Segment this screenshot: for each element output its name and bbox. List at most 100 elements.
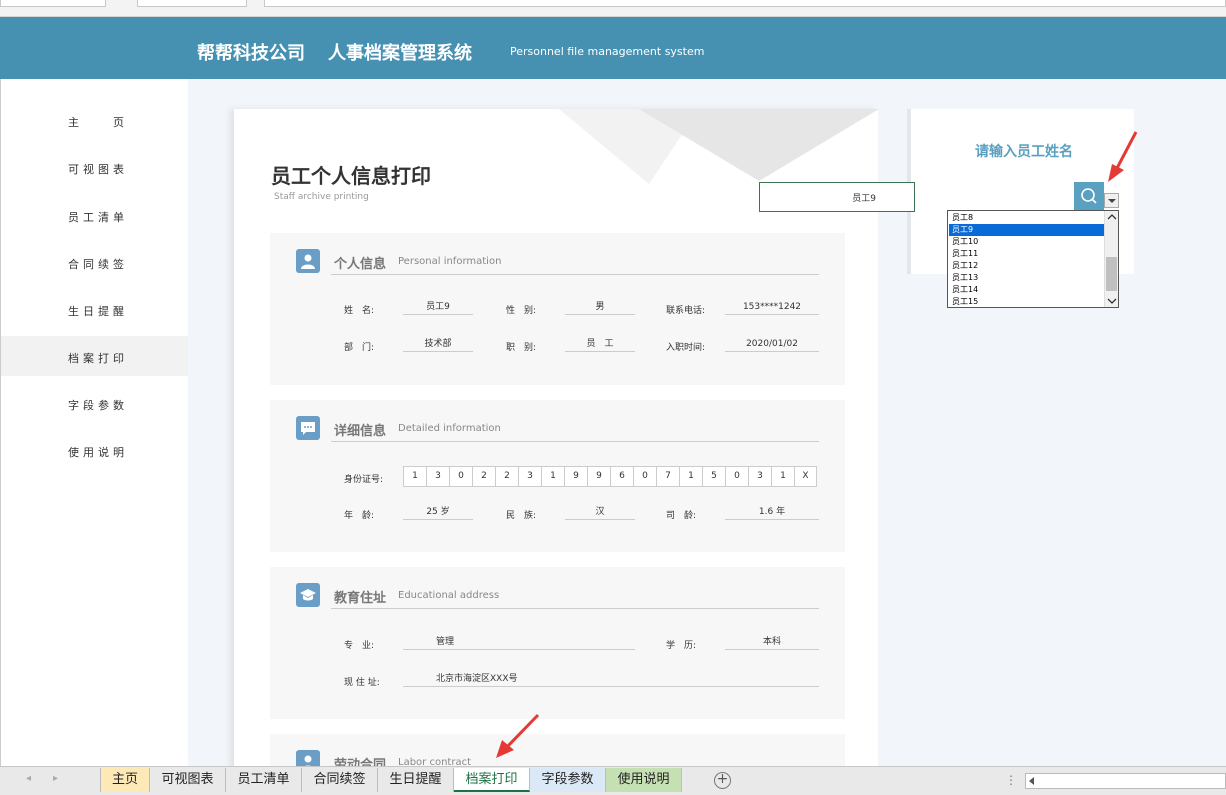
tab-birthday[interactable]: 生日提醒 [378,768,454,792]
id-digit: 1 [771,466,794,487]
dropdown-option[interactable]: 员工10 [949,236,1104,248]
section-divider [331,608,819,609]
tab-scroll-right-icon[interactable]: ▸ [53,773,58,784]
degree-label: 学 历: [666,641,697,651]
rank-label: 职 别: [506,343,537,353]
id-digit: 0 [449,466,472,487]
gender-label: 性 别: [506,306,537,316]
sidebar-item-birthday[interactable]: 生日提醒 [1,289,189,329]
tab-home[interactable]: 主页 [100,768,150,792]
section-title-en: Detailed information [398,423,501,434]
sidebar-item-label: 档案打印 [68,352,128,365]
sidebar-item-label: 字段参数 [68,399,128,412]
section-title: 劳动合同 [334,758,387,766]
horizontal-scrollbar[interactable] [1025,773,1226,789]
sidebar-item-staff-list[interactable]: 员工清单 [1,195,189,235]
hire-label: 入职时间: [666,343,706,353]
dropdown-option[interactable]: 员工8 [949,212,1104,224]
sidebar-item-charts[interactable]: 可视图表 [1,147,189,187]
dropdown-option[interactable]: 员工12 [949,260,1104,272]
add-sheet-button[interactable]: + [714,772,731,789]
search-prompt: 请输入员工姓名 [975,144,1073,160]
dropdown-option-selected[interactable]: 员工9 [949,224,1104,236]
search-icon [1081,188,1097,204]
user-icon [296,249,320,273]
gender-value: 男 [565,299,635,315]
section-divider [331,274,819,275]
section-detail: 详细信息 Detailed information 身份证号: 1 3 0 2 … [270,400,845,552]
id-digit: 1 [541,466,564,487]
ethnic-value: 汉 [565,504,635,520]
sidebar: 主 页 可视图表 员工清单 合同续签 生日提醒 档案打印 字段参数 使用说明 [0,79,189,766]
dropdown-option[interactable]: 员工14 [949,284,1104,296]
name-box[interactable] [0,0,106,7]
dropdown-option[interactable]: 员工11 [949,248,1104,260]
id-number-grid: 1 3 0 2 2 3 1 9 9 6 0 7 1 5 0 3 1 X [403,466,817,487]
section-title-en: Labor contract [398,757,471,766]
rank-value: 员 工 [565,336,635,352]
formula-input[interactable] [264,0,1226,7]
dept-label: 部 门: [344,343,375,353]
dept-value: 技术部 [403,336,473,352]
system-name: 人事档案管理系统 [328,43,472,64]
id-digit: 1 [403,466,426,487]
more-options-icon[interactable]: ⋮ [1005,773,1017,787]
hire-value: 2020/01/02 [725,336,819,352]
ethnic-label: 民 族: [506,511,537,521]
sidebar-item-label: 可视图表 [68,163,128,176]
address-value: 北京市海淀区XXX号 [403,671,819,687]
section-title-en: Personal information [398,256,502,267]
section-labor: 劳动合同 Labor contract [270,734,845,766]
id-digit: 3 [518,466,541,487]
phone-value: 153****1242 [725,299,819,315]
formula-bar-strip [0,0,1226,17]
sidebar-item-label: 生日提醒 [68,305,128,318]
graduation-cap-icon [296,583,320,607]
sidebar-item-label: 员工清单 [68,211,128,224]
tab-contract-renewal[interactable]: 合同续签 [302,768,378,792]
age-label: 年 龄: [344,511,375,521]
sidebar-item-home[interactable]: 主 页 [1,100,189,140]
dropdown-toggle[interactable] [1104,193,1119,208]
tab-scroll-left-icon[interactable]: ◂ [26,773,31,784]
major-value: 管理 [403,634,635,650]
sidebar-item-archive-print[interactable]: 档案打印 [1,336,189,376]
employee-dropdown-list[interactable]: 员工8 员工9 员工10 员工11 员工12 员工13 员工14 员工15 [947,210,1119,308]
red-arrow-icon [1108,131,1138,182]
section-divider [331,441,819,442]
address-label: 现 住 址: [344,678,380,688]
dropdown-option[interactable]: 员工13 [949,272,1104,284]
scroll-thumb[interactable] [1106,257,1117,291]
formula-box[interactable] [137,0,247,7]
search-value: 员工9 [852,194,876,204]
employee-search-input[interactable]: 员工9 [759,182,915,212]
sidebar-item-instructions[interactable]: 使用说明 [1,430,189,470]
sidebar-item-label: 合同续签 [68,258,128,271]
tab-instructions[interactable]: 使用说明 [606,768,682,792]
system-subtitle: Personnel file management system [510,45,705,58]
id-digit: 7 [656,466,679,487]
id-digit: 0 [633,466,656,487]
decorative-triangles [559,109,879,184]
id-digit: 3 [426,466,449,487]
dropdown-option[interactable]: 员工15 [949,296,1104,307]
tab-charts[interactable]: 可视图表 [150,768,226,792]
id-digit: 5 [702,466,725,487]
id-digit: 3 [748,466,771,487]
sidebar-item-field-params[interactable]: 字段参数 [1,383,189,423]
app-header: 帮帮科技公司 人事档案管理系统 Personnel file managemen… [0,17,1226,79]
id-digit: 2 [495,466,518,487]
id-digit: 9 [564,466,587,487]
dropdown-scrollbar[interactable] [1104,211,1118,307]
id-digit: 6 [610,466,633,487]
phone-label: 联系电话: [666,306,706,316]
tab-field-params[interactable]: 字段参数 [530,768,606,792]
sidebar-item-contract-renewal[interactable]: 合同续签 [1,242,189,282]
id-digit: 1 [679,466,702,487]
section-education: 教育住址 Educational address 专 业: 管理 学 历: 本科… [270,567,845,719]
major-label: 专 业: [344,641,375,651]
tab-staff-list[interactable]: 员工清单 [226,768,302,792]
tab-archive-print[interactable]: 档案打印 [454,768,530,792]
search-button[interactable] [1074,182,1104,210]
card-title: 员工个人信息打印 [271,164,431,188]
